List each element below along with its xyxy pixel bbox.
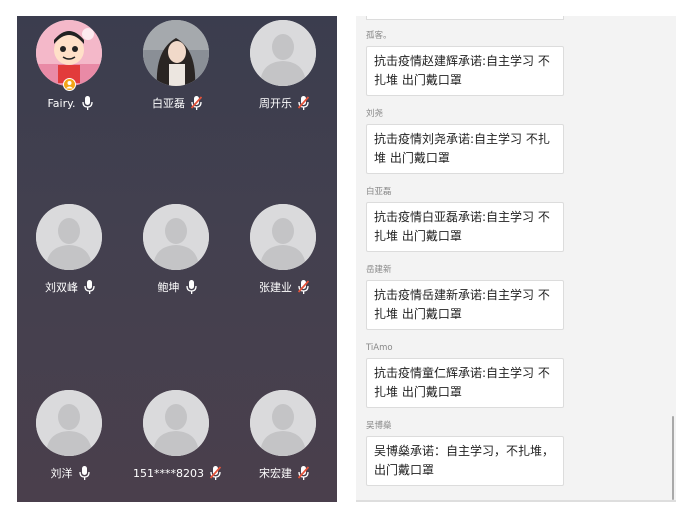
participant-avatar (36, 390, 102, 456)
participant-name: Fairy. (47, 96, 76, 110)
chat-sender: TiAmo (366, 343, 393, 353)
chat-message: 刘尧 抗击疫情刘尧承诺:自主学习 不扎堆 出门戴口罩 (366, 108, 564, 174)
chat-bubble: 抗击疫情童仁辉承诺:自主学习 不扎堆 出门戴口罩 (366, 358, 564, 408)
chat-bubble: 吴博燊承诺：自主学习，不扎堆，出门戴口罩 (366, 436, 564, 486)
participant-name: 鲍坤 (157, 281, 180, 294)
participant-tile[interactable]: 鲍坤 (124, 202, 230, 322)
divider (356, 500, 676, 502)
participant-name: 张建业 (259, 281, 292, 294)
chat-bubble: 抗击疫情白亚磊承诺:自主学习 不扎堆 出门戴口罩 (366, 202, 564, 252)
chat-sender: 岳建新 (366, 265, 392, 275)
participant-tile[interactable]: 刘洋 (17, 388, 123, 502)
participant-avatar (250, 20, 316, 86)
chat-scrollbar[interactable] (672, 416, 674, 500)
chat-message: 孤客。 抗击疫情赵建辉承诺:自主学习 不扎堆 出门戴口罩 (366, 30, 564, 96)
participant-tile[interactable]: 白亚磊 (124, 18, 230, 138)
microphone-on-icon[interactable] (185, 280, 197, 294)
participant-name: 刘洋 (50, 467, 73, 480)
microphone-muted-icon[interactable] (298, 466, 309, 480)
microphone-on-icon[interactable] (84, 280, 95, 294)
chat-bubble: 抗击疫情赵建辉承诺:自主学习 不扎堆 出门戴口罩 (366, 46, 564, 96)
participant-avatar (250, 204, 316, 270)
participant-avatar (143, 20, 209, 86)
participant-name: 白亚磊 (152, 97, 185, 110)
participant-avatar (36, 204, 102, 270)
participant-avatar (36, 20, 102, 86)
participant-tile[interactable]: 刘双峰 (17, 202, 123, 322)
chat-sender: 刘尧 (366, 109, 384, 119)
chat-message: 白亚磊 抗击疫情白亚磊承诺:自主学习 不扎堆 出门戴口罩 (366, 186, 564, 252)
microphone-muted-icon[interactable] (298, 96, 309, 110)
microphone-muted-icon[interactable] (191, 96, 202, 110)
participant-name: 周开乐 (259, 97, 292, 110)
chat-message: 吴博燊 吴博燊承诺：自主学习，不扎堆，出门戴口罩 (366, 420, 564, 486)
participant-grid: Fairy. 白亚磊 周开乐 刘双峰 鲍坤 张建业 刘洋 151****8203… (17, 16, 337, 502)
participant-tile[interactable]: Fairy. (17, 18, 123, 138)
chat-panel[interactable]: 孤客。 抗击疫情赵建辉承诺:自主学习 不扎堆 出门戴口罩 刘尧 抗击疫情刘尧承诺… (356, 16, 676, 502)
participant-tile[interactable]: 151****8203 (124, 388, 230, 502)
participant-name: 刘双峰 (45, 281, 78, 294)
participant-avatar (143, 390, 209, 456)
participant-tile[interactable]: 周开乐 (231, 18, 337, 138)
chat-bubble-partial (366, 16, 564, 20)
participant-name: 151****8203 (133, 466, 204, 480)
chat-sender: 白亚磊 (366, 187, 392, 197)
chat-sender: 孤客。 (366, 31, 392, 41)
participant-tile[interactable]: 宋宏建 (231, 388, 337, 502)
chat-message: TiAmo 抗击疫情童仁辉承诺:自主学习 不扎堆 出门戴口罩 (366, 342, 564, 408)
participant-tile[interactable]: 张建业 (231, 202, 337, 322)
participant-avatar (250, 390, 316, 456)
chat-message: 岳建新 抗击疫情岳建新承诺:自主学习 不扎堆 出门戴口罩 (366, 264, 564, 330)
participant-avatar (143, 204, 209, 270)
host-icon (63, 78, 76, 91)
participant-name: 宋宏建 (259, 467, 292, 480)
chat-bubble: 抗击疫情岳建新承诺:自主学习 不扎堆 出门戴口罩 (366, 280, 564, 330)
microphone-on-icon[interactable] (81, 96, 93, 110)
microphone-muted-icon[interactable] (298, 280, 309, 294)
chat-sender: 吴博燊 (366, 421, 392, 431)
chat-bubble: 抗击疫情刘尧承诺:自主学习 不扎堆 出门戴口罩 (366, 124, 564, 174)
microphone-muted-icon[interactable] (210, 466, 221, 480)
microphone-on-icon[interactable] (78, 466, 90, 480)
